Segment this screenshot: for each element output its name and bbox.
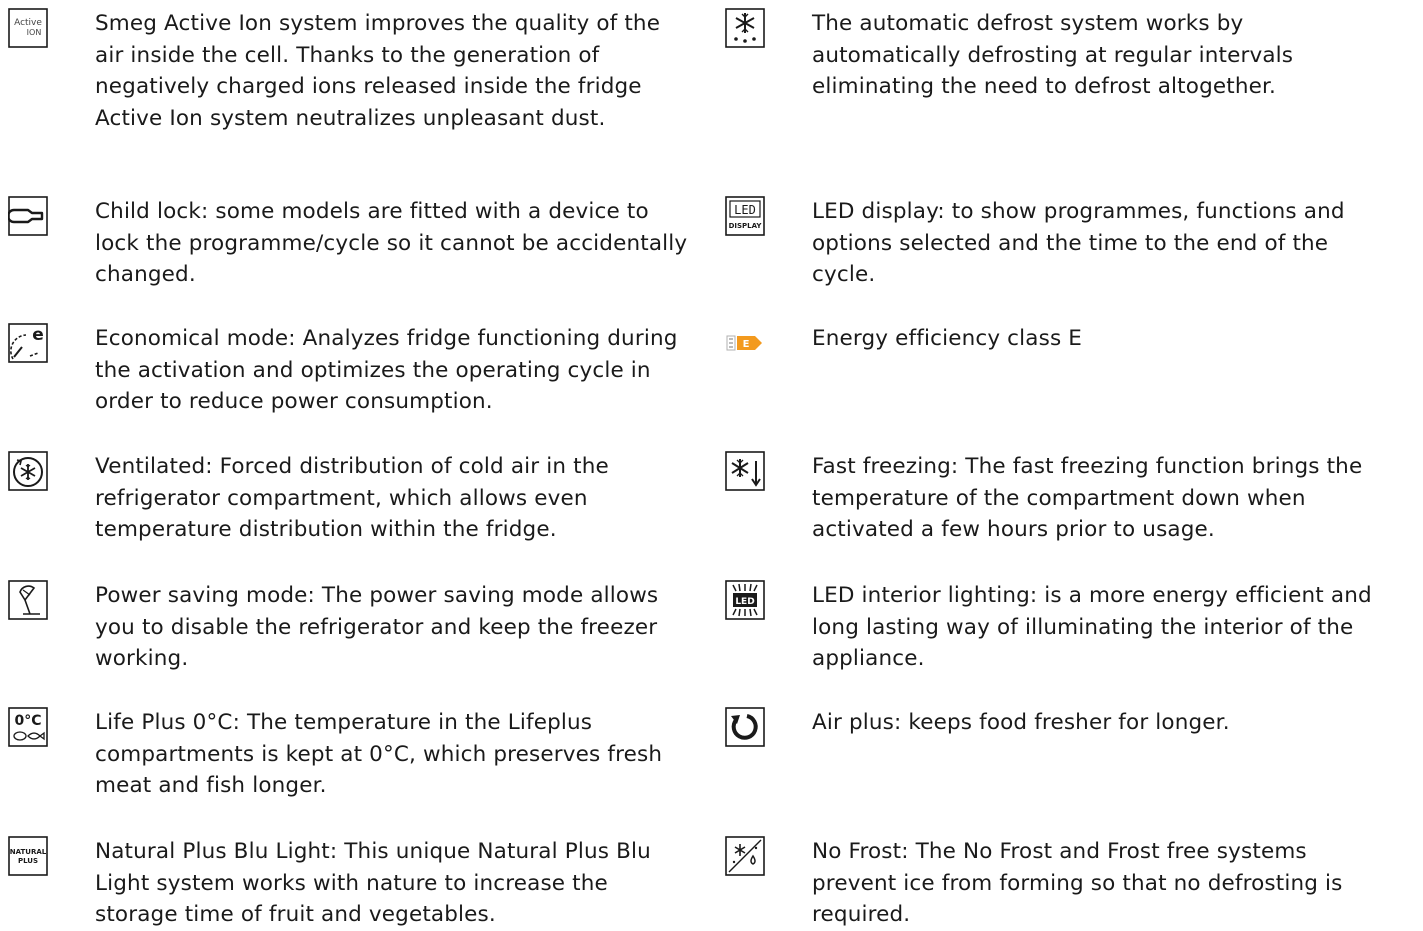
feature-text: Economical mode: Analyzes fridge functio… <box>95 326 678 414</box>
natural-plus-icon: NATURAL PLUS <box>6 834 50 878</box>
no-frost-icon <box>723 834 767 878</box>
automatic-defrost-icon <box>723 6 767 50</box>
led-lighting-icon: LED <box>723 578 767 622</box>
led-display-icon-label-1: LED <box>734 203 756 217</box>
feature-text: No Frost: The No Frost and Frost free sy… <box>812 839 1343 927</box>
fast-freezing-icon <box>723 449 767 493</box>
feature-text: Smeg Active Ion system improves the qual… <box>95 11 661 131</box>
air-plus-icon <box>723 705 767 749</box>
feature-text: The automatic defrost system works by au… <box>812 11 1294 99</box>
feature-text: Life Plus 0°C: The temperature in the Li… <box>95 710 663 798</box>
active-ion-icon-label-2: ION <box>27 28 42 37</box>
led-lighting-icon-label: LED <box>735 597 754 607</box>
power-saving-icon <box>6 578 50 622</box>
active-ion-icon-label-1: Active <box>14 18 42 28</box>
natural-plus-icon-label-1: NATURAL <box>10 848 47 856</box>
feature-text: Fast freezing: The fast freezing functio… <box>812 454 1363 542</box>
feature-text: Natural Plus Blu Light: This unique Natu… <box>95 839 651 927</box>
feature-text: Child lock: some models are fitted with … <box>95 199 688 287</box>
natural-plus-icon-label-2: PLUS <box>18 857 38 865</box>
feature-text: Power saving mode: The power saving mode… <box>95 583 659 671</box>
feature-text: Ventilated: Forced distribution of cold … <box>95 454 609 542</box>
led-display-icon: LED DISPLAY <box>723 194 767 238</box>
led-display-icon-label-2: DISPLAY <box>729 222 763 230</box>
life-plus-icon-label: 0°C <box>14 713 41 729</box>
feature-text: LED display: to show programmes, functio… <box>812 199 1345 287</box>
child-lock-icon <box>6 194 50 238</box>
active-ion-icon: Active ION <box>6 6 50 50</box>
ventilated-icon <box>6 449 50 493</box>
feature-text: Energy efficiency class E <box>812 326 1083 351</box>
life-plus-icon: 0°C <box>6 705 50 749</box>
economical-mode-icon: e <box>6 321 50 365</box>
energy-class-icon-label: E <box>743 339 750 350</box>
feature-text: LED interior lighting: is a more energy … <box>812 583 1372 671</box>
svg-text:e: e <box>32 325 44 345</box>
feature-text: Air plus: keeps food fresher for longer. <box>812 710 1230 735</box>
energy-class-icon: E <box>723 321 767 365</box>
